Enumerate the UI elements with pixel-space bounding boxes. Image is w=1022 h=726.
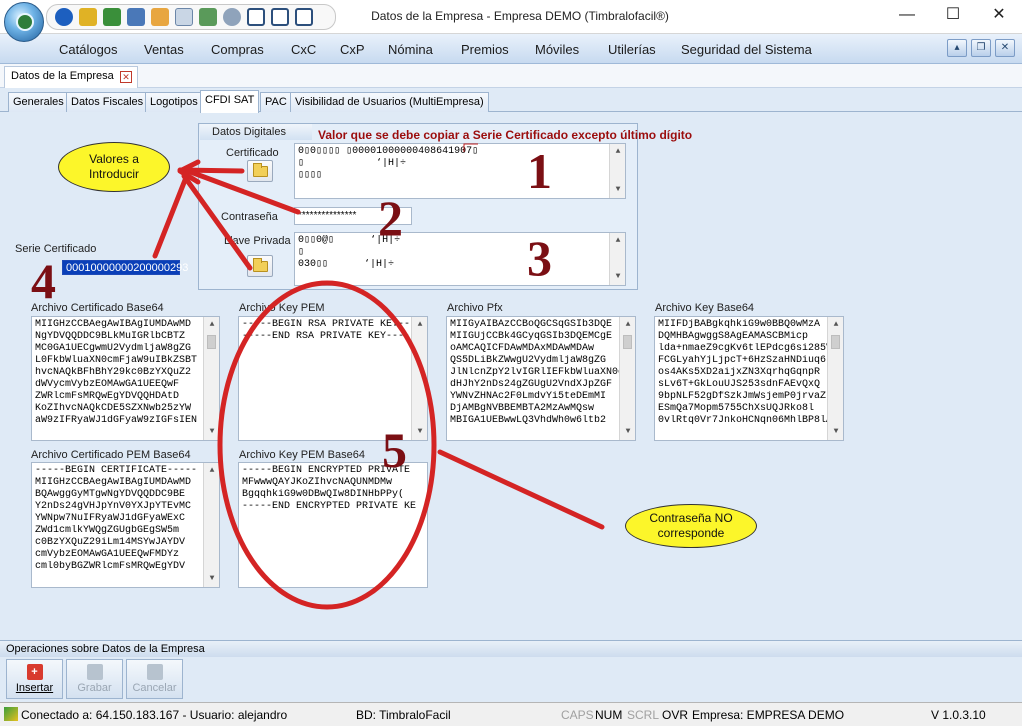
operations-header: Operaciones sobre Datos de la Empresa bbox=[0, 640, 1022, 657]
status-scrl: SCRL bbox=[627, 708, 660, 722]
connection-icon bbox=[4, 707, 18, 721]
save-check-icon bbox=[86, 664, 103, 680]
annotation-number-5: 5 bbox=[382, 422, 407, 478]
insert-button[interactable]: + Insertar bbox=[6, 659, 63, 699]
insert-plus-icon: + bbox=[26, 664, 43, 680]
status-version: V 1.0.3.10 bbox=[931, 708, 986, 722]
status-caps: CAPS bbox=[561, 708, 594, 722]
annotation-overlay bbox=[152, 143, 605, 610]
callout-contrasena-no-corresponde: Contraseña NO corresponde bbox=[625, 504, 757, 548]
annotation-number-2: 2 bbox=[378, 190, 403, 246]
callout-valores-text: Valores a Introducir bbox=[88, 152, 140, 181]
insert-label: Insertar bbox=[15, 682, 54, 694]
annotation-number-4: 4 bbox=[31, 253, 56, 309]
cancel-label: Cancelar bbox=[132, 682, 177, 694]
arrow-from-password-callout bbox=[437, 449, 605, 530]
callout-valores-introducir: Valores a Introducir bbox=[58, 142, 170, 192]
pointer-certificado-digit bbox=[463, 143, 478, 152]
arrow-to-serie-field bbox=[152, 172, 190, 259]
status-company: Empresa: EMPRESA DEMO bbox=[692, 708, 845, 722]
status-num: NUM bbox=[595, 708, 623, 722]
cancel-button[interactable]: Cancelar bbox=[126, 659, 183, 699]
annotation-copy-note: Valor que se debe copiar a Serie Certifi… bbox=[318, 128, 693, 142]
save-label: Grabar bbox=[77, 682, 112, 694]
save-button[interactable]: Grabar bbox=[66, 659, 123, 699]
callout-contrasena-text: Contraseña NO corresponde bbox=[649, 511, 733, 540]
status-connection: Conectado a: 64.150.183.167 - Usuario: a… bbox=[21, 708, 288, 722]
annotation-number-3: 3 bbox=[527, 230, 552, 286]
status-database: BD: TimbraloFacil bbox=[356, 708, 451, 722]
status-ovr: OVR bbox=[662, 708, 689, 722]
app-menu-orb-icon[interactable] bbox=[4, 2, 44, 42]
annotation-number-1: 1 bbox=[527, 143, 552, 199]
status-bar: Conectado a: 64.150.183.167 - Usuario: a… bbox=[0, 702, 1022, 726]
cancel-x-icon bbox=[146, 664, 163, 680]
